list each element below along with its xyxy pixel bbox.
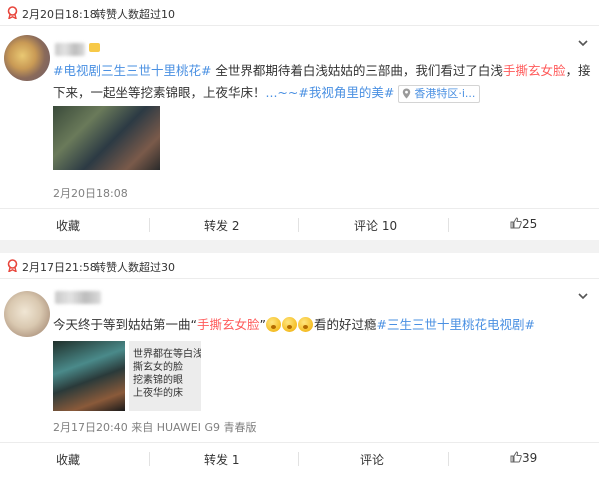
chevron-down-icon[interactable] [578, 38, 588, 48]
vip-badge-icon [89, 43, 100, 52]
repost-button[interactable]: 转发 2 [204, 217, 239, 234]
location-pin-icon [403, 88, 411, 98]
like-count: 39 [522, 451, 538, 465]
post-image[interactable] [53, 341, 125, 411]
post-text-plain: ” [259, 317, 266, 332]
like-button[interactable]: 39 [510, 451, 537, 465]
repost-button[interactable]: 转发 1 [204, 451, 239, 468]
divider [448, 452, 449, 466]
thumbs-up-icon [510, 217, 522, 229]
emoji-icon [266, 317, 282, 332]
image-caption-line: 撕玄女的脸 [133, 362, 183, 373]
action-bar: 收藏 转发 1 评论 39 [0, 442, 599, 474]
topic-link[interactable]: #我视角里的美# [298, 85, 394, 100]
hot-bar: 2月20日18:18 转赞人数超过10 [0, 0, 599, 26]
hot-date: 2月17日21:58 [22, 261, 97, 274]
avatar[interactable] [4, 35, 50, 81]
post-meta: 2月20日18:08 [53, 187, 128, 200]
comment-button[interactable]: 评论 10 [354, 217, 397, 234]
topic-link[interactable]: #电视剧三生三世十里桃花# [53, 63, 211, 78]
comment-button[interactable]: 评论 [360, 451, 384, 468]
action-bar: 收藏 转发 2 评论 10 25 [0, 208, 599, 240]
thumbs-up-icon [510, 451, 522, 463]
post-text-plain: 看的好过瘾 [313, 317, 377, 332]
hot-note: 转赞人数超过10 [95, 8, 175, 21]
emoji-icon [282, 317, 298, 332]
image-caption-line: 上夜华的床 [133, 388, 183, 399]
favorite-button[interactable]: 收藏 [56, 217, 80, 234]
divider [149, 218, 150, 232]
image-caption-line: 挖素锦的眼 [133, 375, 183, 386]
location-chip[interactable]: 香港特区·i... [398, 84, 481, 103]
hot-note: 转赞人数超过30 [95, 261, 175, 274]
location-label: 香港特区·i... [414, 86, 476, 100]
post-meta: 2月17日20:40 来自 HUAWEI G9 青春版 [53, 421, 257, 434]
favorite-button[interactable]: 收藏 [56, 451, 80, 468]
image-caption: 世界都在等白浅姑 撕玄女的脸 挖素锦的眼 上夜华的床 [133, 348, 201, 400]
emoji-icon [298, 317, 314, 332]
post-text: 今天终于等到姑姑第一曲“手撕玄女脸” 看的好过瘾#三生三世十里桃花电视剧# [53, 314, 591, 336]
divider [298, 452, 299, 466]
highlight-keyword: 手撕玄女脸 [196, 317, 260, 332]
like-count: 25 [522, 217, 538, 231]
hot-bar: 2月17日21:58 转赞人数超过30 [0, 253, 599, 279]
divider [448, 218, 449, 232]
post-card-1: 2月20日18:18 转赞人数超过10 #电视剧三生三世十里桃花# 全世界都期待… [0, 0, 599, 240]
post-image-text[interactable]: 世界都在等白浅姑 撕玄女的脸 挖素锦的眼 上夜华的床 [129, 341, 201, 411]
divider [298, 218, 299, 232]
avatar[interactable] [4, 291, 50, 337]
post-text: #电视剧三生三世十里桃花# 全世界都期待着白浅姑姑的三部曲，我们看过了白浅手撕玄… [53, 60, 591, 104]
expand-more-link[interactable]: ...~~ [266, 85, 299, 100]
username-blurred[interactable] [55, 291, 101, 304]
like-button[interactable]: 25 [510, 217, 537, 231]
image-caption-line: 世界都在等白浅姑 [133, 349, 201, 360]
hot-ribbon-icon [7, 6, 18, 19]
highlight-keyword: 手撕玄女脸 [502, 63, 566, 78]
post-text-plain: 今天终于等到姑姑第一曲“ [53, 317, 197, 332]
topic-link[interactable]: #三生三世十里桃花电视剧# [377, 317, 535, 332]
hot-date: 2月20日18:18 [22, 8, 97, 21]
post-image[interactable] [53, 106, 160, 170]
divider [149, 452, 150, 466]
post-text-plain: 全世界都期待着白浅姑姑的三部曲，我们看过了白浅 [211, 63, 503, 78]
username-blurred[interactable] [55, 43, 85, 56]
chevron-down-icon[interactable] [578, 291, 588, 301]
hot-ribbon-icon [7, 259, 18, 272]
